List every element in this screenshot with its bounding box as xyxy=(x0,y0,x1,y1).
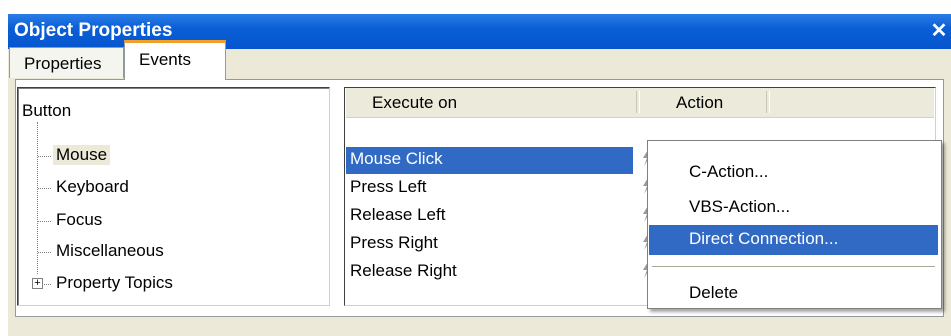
menu-item-c-action[interactable]: C-Action... xyxy=(649,158,938,188)
event-row-press-right[interactable]: Press Right xyxy=(346,231,633,258)
action-context-menu: C-Action... VBS-Action... Direct Connect… xyxy=(647,140,942,309)
column-header-execute-on[interactable]: Execute on xyxy=(372,93,457,113)
event-row-label: Release Left xyxy=(350,205,446,224)
tree-connector xyxy=(38,221,51,222)
menu-separator xyxy=(652,266,935,267)
close-icon[interactable]: ✕ xyxy=(927,19,951,43)
column-divider[interactable] xyxy=(766,91,770,113)
column-header-action[interactable]: Action xyxy=(676,93,723,113)
tab-properties-label: Properties xyxy=(24,54,102,73)
tree-item-label: Focus xyxy=(56,210,103,229)
event-row-press-left[interactable]: Press Left xyxy=(346,175,633,202)
menu-item-label: C-Action... xyxy=(689,162,769,181)
column-divider[interactable] xyxy=(636,91,640,113)
tree-connector xyxy=(42,284,51,285)
event-row-release-right[interactable]: Release Right xyxy=(346,259,633,286)
event-row-label: Mouse Click xyxy=(350,149,443,168)
events-list-header: Execute on Action xyxy=(346,88,934,118)
tree-item-label: Miscellaneous xyxy=(56,241,164,260)
event-row-mouse-click[interactable]: Mouse Click xyxy=(346,147,633,174)
event-row-release-left[interactable]: Release Left xyxy=(346,203,633,230)
event-row-label: Release Right xyxy=(350,261,457,280)
menu-item-label: Direct Connection... xyxy=(689,229,839,248)
menu-item-vbs-action[interactable]: VBS-Action... xyxy=(649,193,938,223)
tree-connector xyxy=(38,252,51,253)
menu-item-label: Delete xyxy=(689,283,739,302)
menu-item-delete[interactable]: Delete xyxy=(649,279,938,309)
event-row-label: Press Right xyxy=(350,233,438,252)
tree-root-button[interactable]: Button xyxy=(22,101,71,121)
tree-item-label: Keyboard xyxy=(56,177,129,196)
tree-connector xyxy=(38,156,51,157)
tree-connector xyxy=(38,188,51,189)
tab-properties[interactable]: Properties xyxy=(9,47,124,78)
event-row-label: Press Left xyxy=(350,177,427,196)
tree-item-label: Property Topics xyxy=(56,273,173,292)
tree-item-label: Mouse xyxy=(53,145,111,165)
menu-item-label: VBS-Action... xyxy=(689,197,791,216)
window-title: Object Properties xyxy=(14,20,173,41)
tab-events-label: Events xyxy=(139,50,191,69)
tab-events[interactable]: Events xyxy=(124,40,226,80)
menu-item-direct-connection[interactable]: Direct Connection... xyxy=(649,225,938,255)
